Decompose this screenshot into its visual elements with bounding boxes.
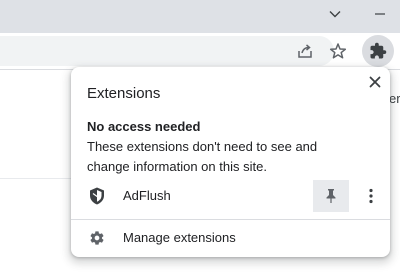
share-icon [298,44,312,58]
share-button[interactable] [293,39,317,63]
more-options-button[interactable] [361,184,381,208]
pin-icon [326,189,336,203]
background-page-text: er [389,91,400,106]
close-icon [369,76,381,88]
extensions-menu: Extensions No access needed These extens… [71,67,390,257]
tab-search-button[interactable] [313,0,357,28]
gear-icon [90,231,104,245]
manage-extensions-label: Manage extensions [123,230,236,245]
close-button[interactable] [365,72,385,92]
adflush-shield-icon [90,187,104,205]
bookmark-star-icon [329,43,347,59]
address-bar[interactable] [0,36,334,66]
extension-item[interactable]: AdFlush [71,180,390,212]
manage-extensions-button[interactable]: Manage extensions [71,224,390,252]
popup-title: Extensions [87,85,161,102]
popup-divider [71,219,390,220]
browser-toolbar [0,33,400,69]
pin-button[interactable] [313,180,349,212]
section-heading: No access needed [87,119,201,134]
minimize-button[interactable] [358,0,400,28]
window-titlebar [0,0,400,33]
extensions-puzzle-icon [370,42,387,59]
more-vert-icon [369,188,373,204]
section-description: These extensions don't need to see and c… [87,139,318,174]
extension-name: AdFlush [123,188,171,203]
page-divider [0,178,72,179]
extensions-button[interactable] [362,35,394,67]
bookmark-button[interactable] [326,39,350,63]
minimize-icon [375,13,385,15]
chevron-down-icon [329,11,341,18]
